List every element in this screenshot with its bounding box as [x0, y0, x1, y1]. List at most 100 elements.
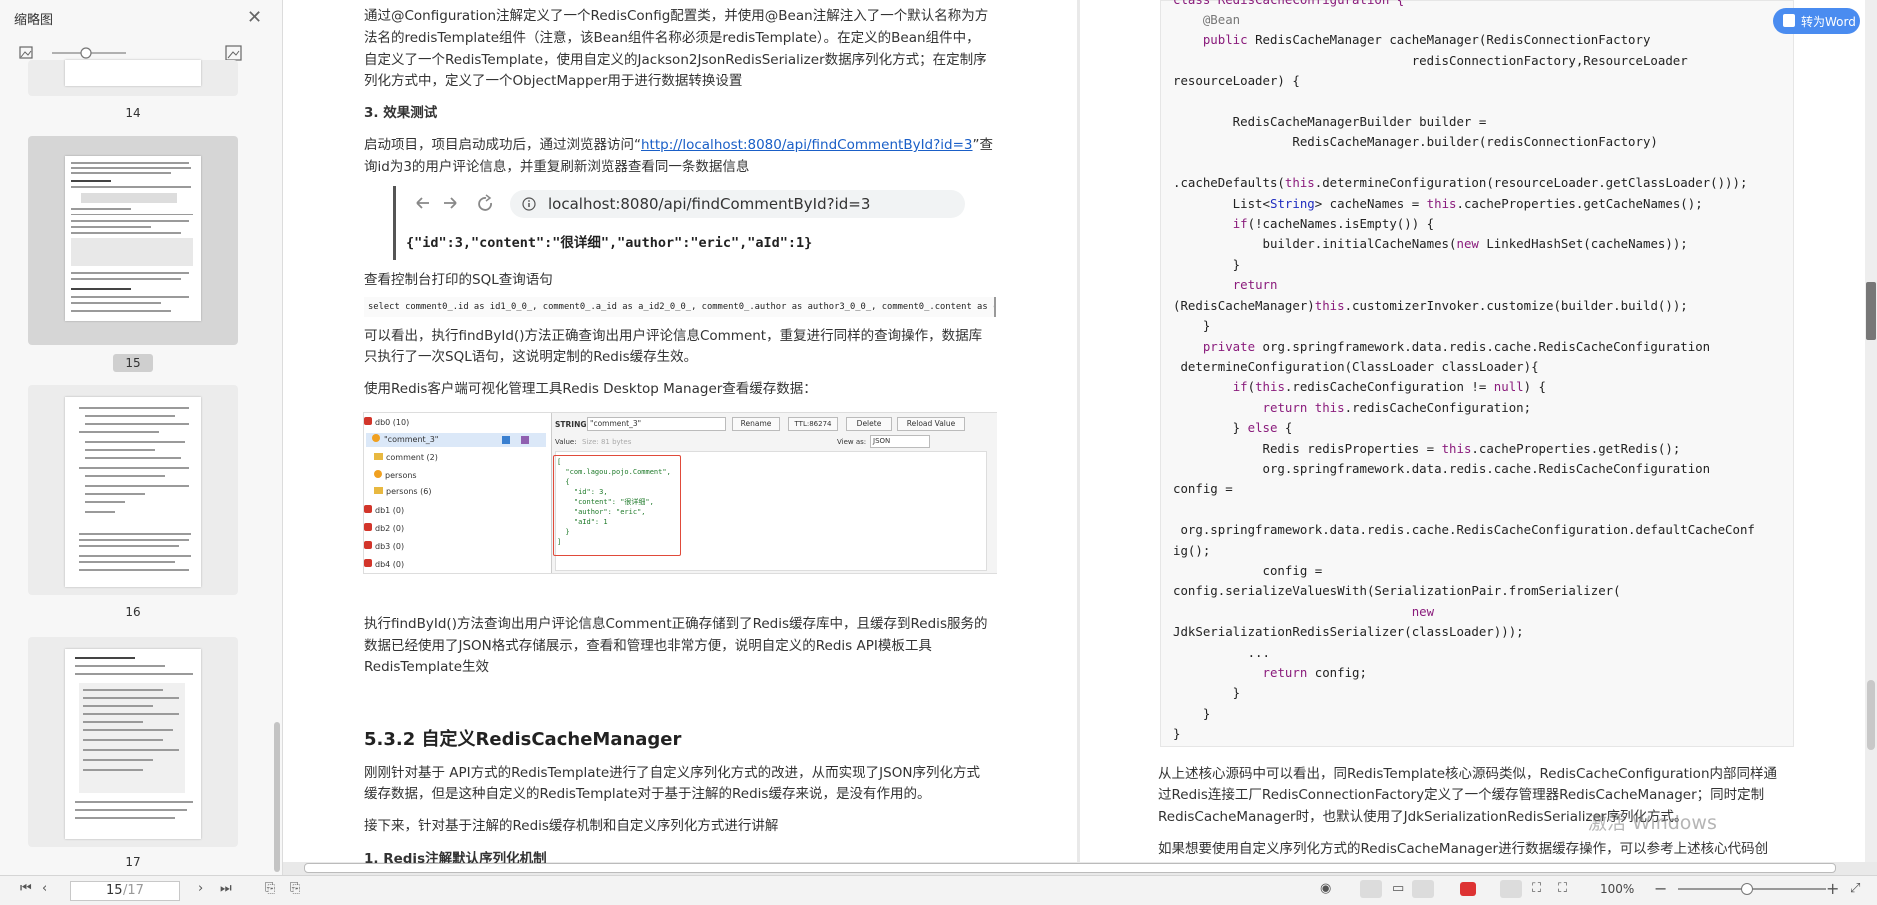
- text: ”查: [972, 137, 994, 153]
- json-line: }: [557, 528, 570, 536]
- paragraph: 列化方式中，定义了一个ObjectMapper用于进行数据转换设置: [364, 73, 743, 89]
- paragraph: 执行findById()方法查询出用户评论信息Comment正确存储到了Redi…: [364, 616, 988, 632]
- thumbnail-page-15[interactable]: [28, 136, 238, 345]
- rdm-tree-label: "comment_3": [384, 435, 439, 444]
- zoom-slider[interactable]: [1678, 883, 1826, 895]
- page-current: 15: [106, 883, 123, 898]
- convert-to-word-label: 转为Word: [1801, 15, 1856, 29]
- thumbnail-label: 16: [125, 605, 141, 619]
- rdm-tree-item-selected: "comment_3": [366, 433, 546, 447]
- close-icon[interactable]: ✕: [247, 7, 262, 28]
- zoom-slider-thumb[interactable]: [1741, 883, 1753, 895]
- paragraph: 法名的redisTemplate组件（注意，该Bean组件名称必须是redisT…: [364, 30, 980, 46]
- vertical-scrollbar[interactable]: [1865, 0, 1877, 862]
- paragraph: 通过@Configuration注解定义了一个RedisConfig配置类，并使…: [364, 8, 989, 24]
- fit-page-icon[interactable]: [1500, 880, 1522, 898]
- rdm-value-size: Size: 81 bytes: [582, 438, 632, 446]
- json-line: "id": 3,: [557, 488, 608, 496]
- browser-url-text: localhost:8080/api/findCommentById?id=3: [548, 195, 871, 213]
- paragraph: 缓存数据，但是这种自定义的RedisTemplate对于基于注解的Redis缓存…: [364, 786, 931, 802]
- url-link[interactable]: http://localhost:8080/api/findCommentByI…: [641, 137, 973, 153]
- paragraph: 过Redis连接工厂RedisConnectionFactory定义了一个缓存管…: [1158, 787, 1765, 803]
- rdm-view-as-label: View as:: [837, 438, 867, 446]
- scrollbar-thumb[interactable]: [1867, 680, 1875, 750]
- rdm-key-input[interactable]: "comment_3": [587, 417, 726, 431]
- paragraph: 启动项目，项目启动成功后，通过浏览器访问“http://localhost:80…: [364, 134, 993, 156]
- rdm-view-as-select[interactable]: JSON: [870, 435, 930, 448]
- thumbnail-label: 15: [113, 354, 153, 372]
- convert-to-word-button[interactable]: 转为Word: [1773, 8, 1860, 34]
- thumbnail-page-17[interactable]: [28, 637, 238, 847]
- rdm-ttl-button[interactable]: TTL:86274: [788, 417, 838, 431]
- sidebar-title: 缩略图: [14, 13, 54, 28]
- fit-width-icon[interactable]: ⛶: [1532, 881, 1541, 896]
- page-number-input[interactable]: 15 /17: [70, 881, 180, 901]
- sidebar-scrollbar[interactable]: [274, 722, 280, 872]
- zoom-out-icon[interactable]: −: [1654, 879, 1667, 898]
- actual-size-icon[interactable]: ⛶: [1558, 881, 1567, 896]
- thumbnail-page-14[interactable]: [28, 60, 238, 96]
- rdm-tree-item: db4 (0): [364, 559, 404, 569]
- continuous-view-icon[interactable]: ▭: [1392, 881, 1404, 896]
- rotate-right-icon[interactable]: ⎘: [290, 881, 300, 896]
- rdm-reload-button[interactable]: Reload Value: [897, 417, 965, 431]
- scrollbar-thumb[interactable]: [304, 863, 1836, 873]
- thumbnail-image: [65, 156, 201, 321]
- rdm-value-label: Value:: [555, 438, 577, 446]
- browser-json-response: {"id":3,"content":"很详细","author":"eric",…: [406, 235, 813, 251]
- paragraph: 接下来，针对基于注解的Redis缓存机制和自定义序列化方式进行讲解: [364, 818, 779, 834]
- thumbnail-image: [65, 397, 201, 587]
- rdm-rename-button[interactable]: Rename: [732, 417, 780, 431]
- paragraph: 如果想要使用自定义序列化方式的RedisCacheManager进行数据缓存操作…: [1158, 841, 1769, 857]
- json-line: "com.lagou.pojo.Comment",: [557, 468, 671, 476]
- json-line: "author": "eric",: [557, 508, 646, 516]
- rdm-tree: db0 (10) "comment_3" comment (2) persons…: [364, 413, 549, 573]
- zoom-level[interactable]: 100%: [1600, 882, 1634, 896]
- thumbnail-page-16[interactable]: [28, 385, 238, 595]
- prev-page-icon[interactable]: ‹: [42, 881, 47, 896]
- section-heading: 3. 效果测试: [364, 105, 438, 121]
- paragraph: 可以看出，执行findById()方法正确查询出用户评论信息Comment，重复…: [364, 328, 983, 344]
- paragraph: RedisTemplate生效: [364, 659, 490, 675]
- last-page-icon[interactable]: ⏭: [220, 881, 232, 896]
- paragraph: 刚刚针对基于 API方式的RedisTemplate进行了自定义序列化方式的改进…: [364, 765, 980, 781]
- eye-protection-icon[interactable]: ◉: [1320, 881, 1331, 896]
- code-block: class RedisCacheConfiguration { @Bean pu…: [1160, 0, 1794, 747]
- rdm-tree-label: persons (6): [386, 487, 432, 496]
- play-icon[interactable]: [1460, 882, 1476, 896]
- rdm-tree-item: persons: [374, 470, 417, 480]
- info-icon: [522, 197, 536, 211]
- single-page-view-icon[interactable]: [1360, 880, 1382, 898]
- rdm-tree-label: db4 (0): [375, 560, 405, 569]
- rdm-tree-label: db2 (0): [375, 524, 405, 533]
- zoom-in-icon[interactable]: +: [1826, 879, 1839, 898]
- rotate-left-icon[interactable]: ⎘: [265, 881, 275, 896]
- paragraph: 从上述核心源码中可以看出，同RedisTemplate核心源码类似，RedisC…: [1158, 766, 1778, 782]
- rdm-tree-item: db0 (10): [364, 417, 409, 427]
- rdm-tree-label: comment (2): [386, 453, 438, 462]
- paragraph: 使用Redis客户端可视化管理工具Redis Desktop Manager查看…: [364, 381, 817, 397]
- thumbnail-label: 14: [125, 106, 141, 120]
- paragraph: 查看控制台打印的SQL查询语句: [364, 272, 553, 288]
- first-page-icon[interactable]: ⏮: [20, 881, 32, 896]
- rdm-tree-label: db0 (10): [375, 418, 410, 427]
- fullscreen-icon[interactable]: ⤢: [1850, 881, 1860, 896]
- browser-nav-icons: [416, 194, 492, 211]
- text: 启动项目，项目启动成功后，通过浏览器访问“: [364, 137, 641, 153]
- rdm-tree-item: db2 (0): [364, 523, 404, 533]
- paragraph: 只执行了一次SQL语句，这说明定制的Redis缓存生效。: [364, 349, 698, 365]
- rdm-delete-button[interactable]: Delete: [846, 417, 892, 431]
- next-page-icon[interactable]: ›: [198, 881, 203, 896]
- word-icon: [1783, 14, 1795, 27]
- page-total: /17: [123, 883, 144, 898]
- two-page-view-icon[interactable]: [1412, 880, 1434, 898]
- rdm-type-label: STRING:: [555, 420, 590, 429]
- rdm-tree-label: persons: [385, 471, 417, 480]
- windows-activation-watermark: 激活 Windows: [1588, 812, 1717, 834]
- thumbnail-sidebar: 缩略图 ✕ 14 15 16 17: [0, 0, 283, 875]
- paragraph: 自定义了一个RedisTemplate，使用自定义的Jackson2JsonRe…: [364, 52, 987, 68]
- section-heading-5-3-2: 5.3.2 自定义RedisCacheManager: [364, 729, 682, 750]
- rdm-tree-item: comment (2): [374, 453, 438, 462]
- horizontal-scrollbar[interactable]: [300, 862, 1836, 873]
- status-bar: [0, 875, 1877, 905]
